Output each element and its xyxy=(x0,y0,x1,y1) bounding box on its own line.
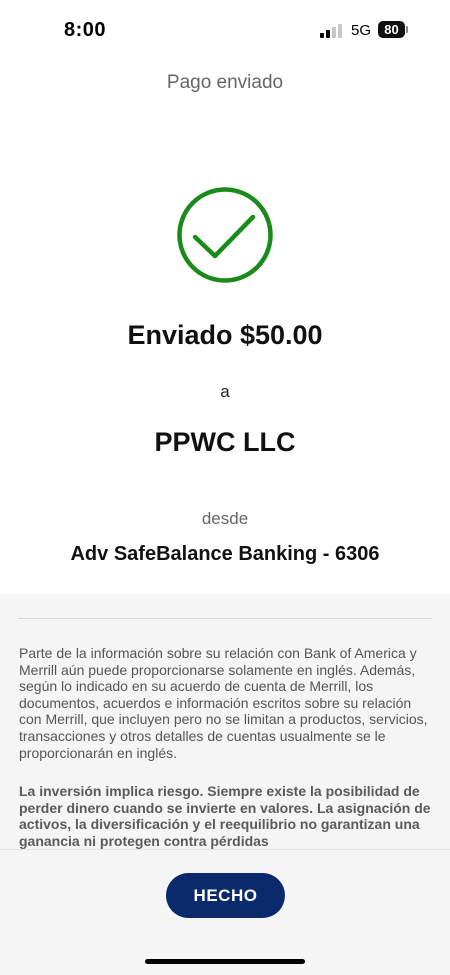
network-type: 5G xyxy=(351,22,372,39)
sent-amount: Enviado $50.00 xyxy=(127,320,323,350)
page-title: Pago enviado xyxy=(166,72,284,93)
status-time: 8:00 xyxy=(64,19,107,41)
disclosure-panel[interactable]: Parte de la información sobre su relació… xyxy=(0,594,450,849)
check-circle-icon xyxy=(177,187,273,283)
home-indicator[interactable] xyxy=(145,959,305,964)
status-bar: 8:00 5G 80 xyxy=(0,0,450,60)
from-label: desde xyxy=(201,509,249,528)
disclosure-risk-text: La inversión implica riesgo. Siempre exi… xyxy=(19,783,431,849)
footer: HECHO xyxy=(0,849,450,975)
disclosure-language-text: Parte de la información sobre su relació… xyxy=(19,645,428,761)
battery-icon: 80 xyxy=(378,21,405,38)
battery-cap xyxy=(406,26,408,33)
divider xyxy=(18,618,432,619)
signal-strength-icon xyxy=(320,24,344,38)
to-label: a xyxy=(220,382,230,401)
recipient-name: PPWC LLC xyxy=(154,427,296,457)
done-button[interactable]: HECHO xyxy=(166,873,285,918)
source-account: Adv SafeBalance Banking - 6306 xyxy=(70,543,380,565)
battery-level: 80 xyxy=(384,22,399,37)
